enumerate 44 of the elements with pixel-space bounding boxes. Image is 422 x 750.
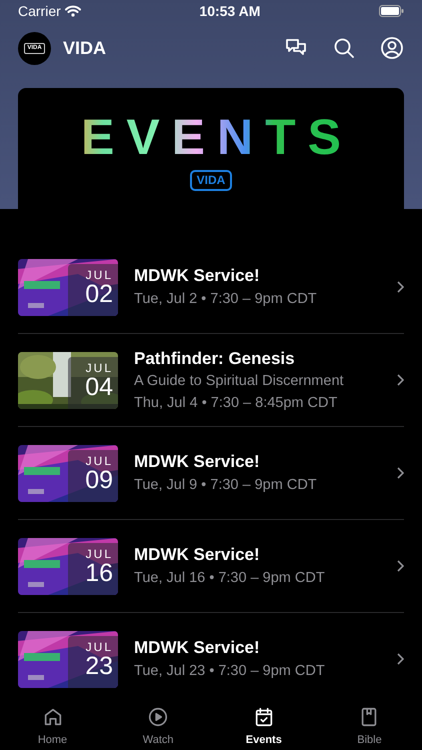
month-label: JUL <box>86 454 113 466</box>
date-overlay <box>68 356 118 408</box>
event-time: Thu, Jul 4 • 7:30 – 8:45pm CDT <box>134 394 338 413</box>
event-row[interactable]: JUL 16 MDWK Service! Tue, Jul 16 • 7:30 – 9pm CDT <box>18 520 404 613</box>
day-label: 16 <box>85 560 113 586</box>
date-overlay <box>68 264 118 316</box>
event-time: Tue, Jul 16 • 7:30 – 9pm CDT <box>134 568 326 588</box>
month-label: JUL <box>86 362 113 374</box>
day-label: 09 <box>85 468 113 492</box>
event-title: MDWK Service! <box>134 265 261 288</box>
event-row[interactable]: JUL 02 MDWK Service! Tue, Jul 2 • 7:30 – 9pm CDT <box>18 241 404 334</box>
carrier-label: Carrier <box>18 2 61 20</box>
banner-logo: VIDA <box>190 170 232 191</box>
day-label: 02 <box>85 282 113 306</box>
status-time: 10:53 AM <box>199 2 260 20</box>
event-title: MDWK Service! <box>134 544 261 566</box>
chevron-icon <box>397 281 404 293</box>
event-title: Pathfinder: Genesis <box>134 348 296 370</box>
event-row[interactable]: JUL 09 MDWK Service! Tue, Jul 9 • 7:30 – 9pm CDT <box>18 427 404 520</box>
event-time: Tue, Jul 9 • 7:30 – 9pm CDT <box>134 476 318 495</box>
date-overlay <box>68 542 118 594</box>
event-title: MDWK Service! <box>134 451 261 474</box>
search-icon[interactable] <box>332 36 356 60</box>
chevron-icon <box>397 374 404 386</box>
month-label: JUL <box>86 268 113 280</box>
event-title: MDWK Service! <box>134 637 261 660</box>
day-label: 23 <box>85 654 113 678</box>
month-label: JUL <box>86 640 113 652</box>
chevron-icon <box>397 467 404 479</box>
event-row[interactable]: JUL 04 Pathfinder: Genesis A Guide to Spiritual Discernment Thu, Jul 4 • 7:30 – 8:45pm CDT <box>18 334 404 427</box>
app-title: VIDA <box>63 36 108 60</box>
play-icon <box>147 706 170 728</box>
profile-icon[interactable] <box>380 36 404 60</box>
date-overlay <box>68 450 118 502</box>
wifi-icon <box>64 5 81 17</box>
event-time: Tue, Jul 23 • 7:30 – 9pm CDT <box>134 662 326 681</box>
date-overlay <box>68 636 118 688</box>
battery-icon <box>378 5 404 17</box>
chevron-icon <box>397 560 404 572</box>
day-label: 04 <box>85 374 113 400</box>
event-time: Tue, Jul 2 • 7:30 – 9pm CDT <box>134 290 318 309</box>
month-label: JUL <box>86 548 113 560</box>
chevron-icon <box>397 653 404 665</box>
event-subtitle: A Guide to Spiritual Discernment <box>134 372 345 391</box>
